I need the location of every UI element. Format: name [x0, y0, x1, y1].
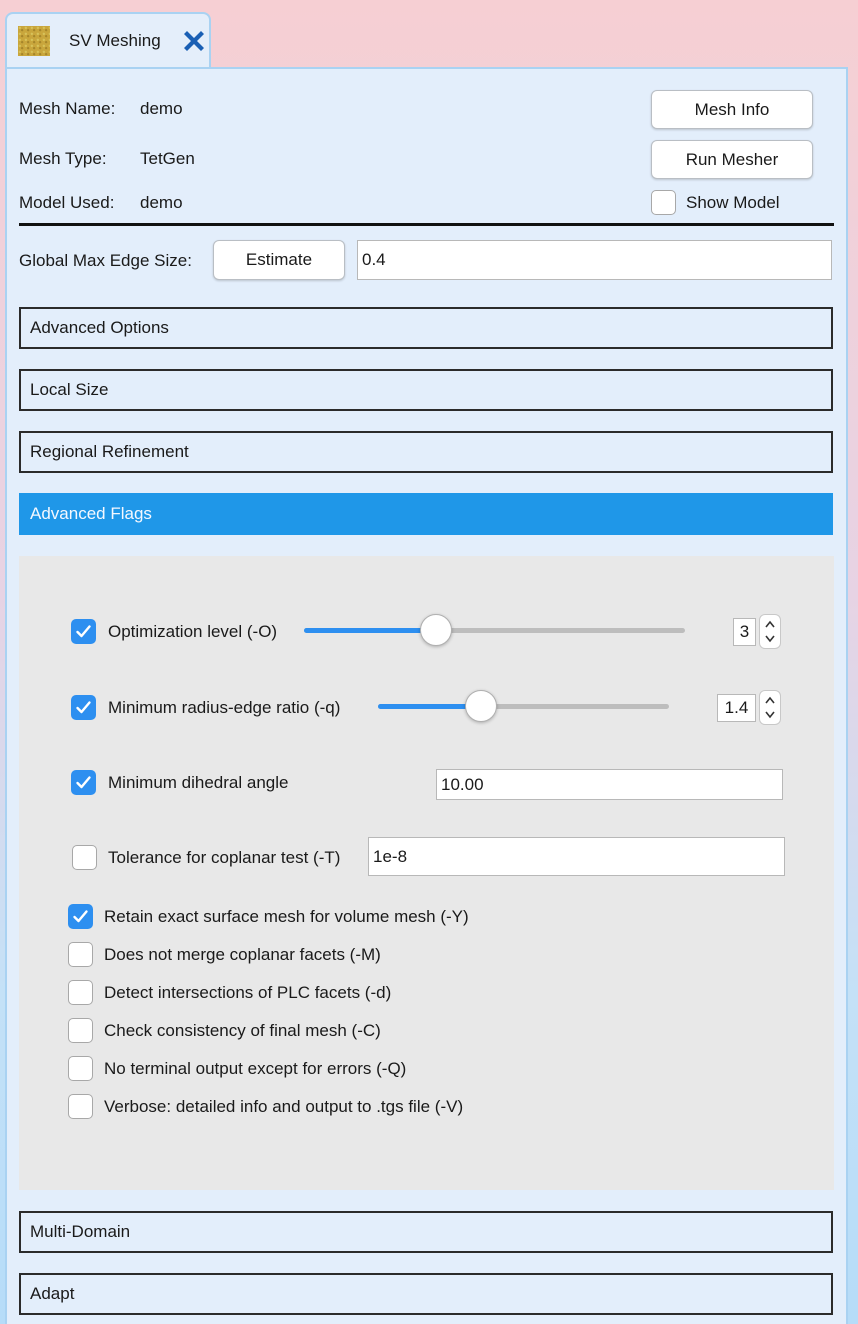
close-icon[interactable]	[179, 26, 209, 56]
dihedral-label: Minimum dihedral angle	[108, 773, 289, 792]
model-used-label: Model Used:	[19, 193, 115, 212]
mesh-info-button[interactable]: Mesh Info	[651, 90, 813, 129]
section-regional-refinement[interactable]: Regional Refinement	[19, 431, 833, 473]
radius-edge-slider-knob[interactable]	[464, 690, 497, 722]
mesh-name-value: demo	[140, 99, 183, 118]
radius-edge-value[interactable]: 1.4	[717, 694, 756, 722]
global-max-edge-input[interactable]: 0.4	[357, 240, 832, 280]
mesh-name-label: Mesh Name:	[19, 99, 116, 118]
optimization-value[interactable]: 3	[733, 618, 756, 646]
divider	[19, 223, 834, 226]
verbose-checkbox[interactable]	[68, 1094, 93, 1119]
section-multi-domain[interactable]: Multi-Domain	[19, 1211, 833, 1253]
radius-edge-spin-arrows[interactable]	[759, 690, 781, 725]
checkmark-icon	[76, 776, 91, 789]
no-merge-coplanar-checkbox[interactable]	[68, 942, 93, 967]
checkmark-icon	[76, 625, 91, 638]
model-used-value: demo	[140, 193, 183, 212]
mesh-type-label: Mesh Type:	[19, 149, 107, 168]
section-adapt[interactable]: Adapt	[19, 1273, 833, 1315]
optimization-label: Optimization level (-O)	[108, 622, 278, 641]
no-merge-coplanar-label: Does not merge coplanar facets (-M)	[104, 945, 381, 964]
detect-intersections-label: Detect intersections of PLC facets (-d)	[104, 983, 392, 1002]
show-model-checkbox[interactable]	[651, 190, 676, 215]
global-max-edge-label: Global Max Edge Size:	[19, 251, 192, 270]
quiet-output-label: No terminal output except for errors (-Q…	[104, 1059, 407, 1078]
radius-edge-slider[interactable]	[378, 690, 669, 722]
tab-label: SV Meshing	[69, 31, 161, 50]
coplanar-input[interactable]: 1e-8	[368, 837, 785, 876]
meshing-panel: Mesh Name: demo Mesh Type: TetGen Model …	[5, 67, 848, 1324]
dihedral-checkbox[interactable]	[71, 770, 96, 795]
dihedral-input[interactable]: 10.00	[436, 769, 783, 800]
checkmark-icon	[73, 910, 88, 923]
optimization-slider-fill	[304, 628, 436, 633]
radius-edge-label: Minimum radius-edge ratio (-q)	[108, 698, 341, 717]
retain-surface-label: Retain exact surface mesh for volume mes…	[104, 907, 469, 926]
mesh-icon	[18, 26, 50, 56]
coplanar-label: Tolerance for coplanar test (-T)	[108, 848, 341, 867]
optimization-checkbox[interactable]	[71, 619, 96, 644]
quiet-output-checkbox[interactable]	[68, 1056, 93, 1081]
spin-arrows-icon	[765, 620, 775, 643]
check-consistency-checkbox[interactable]	[68, 1018, 93, 1043]
section-advanced-options[interactable]: Advanced Options	[19, 307, 833, 349]
checkmark-icon	[76, 701, 91, 714]
optimization-spin-arrows[interactable]	[759, 614, 781, 649]
coplanar-checkbox[interactable]	[72, 845, 97, 870]
detect-intersections-checkbox[interactable]	[68, 980, 93, 1005]
retain-surface-checkbox[interactable]	[68, 904, 93, 929]
verbose-label: Verbose: detailed info and output to .tg…	[104, 1097, 464, 1116]
show-model-label: Show Model	[686, 193, 780, 212]
check-consistency-label: Check consistency of final mesh (-C)	[104, 1021, 381, 1040]
estimate-button[interactable]: Estimate	[213, 240, 345, 280]
optimization-slider[interactable]	[304, 614, 685, 646]
mesh-type-value: TetGen	[140, 149, 195, 168]
section-local-size[interactable]: Local Size	[19, 369, 833, 411]
radius-edge-checkbox[interactable]	[71, 695, 96, 720]
tab-sv-meshing[interactable]: SV Meshing	[5, 12, 211, 68]
section-advanced-flags[interactable]: Advanced Flags	[19, 493, 833, 535]
run-mesher-button[interactable]: Run Mesher	[651, 140, 813, 179]
optimization-slider-knob[interactable]	[419, 614, 452, 646]
spin-arrows-icon	[765, 696, 775, 719]
advanced-flags-content: Optimization level (-O) 3 Minimum radius…	[19, 556, 834, 1190]
